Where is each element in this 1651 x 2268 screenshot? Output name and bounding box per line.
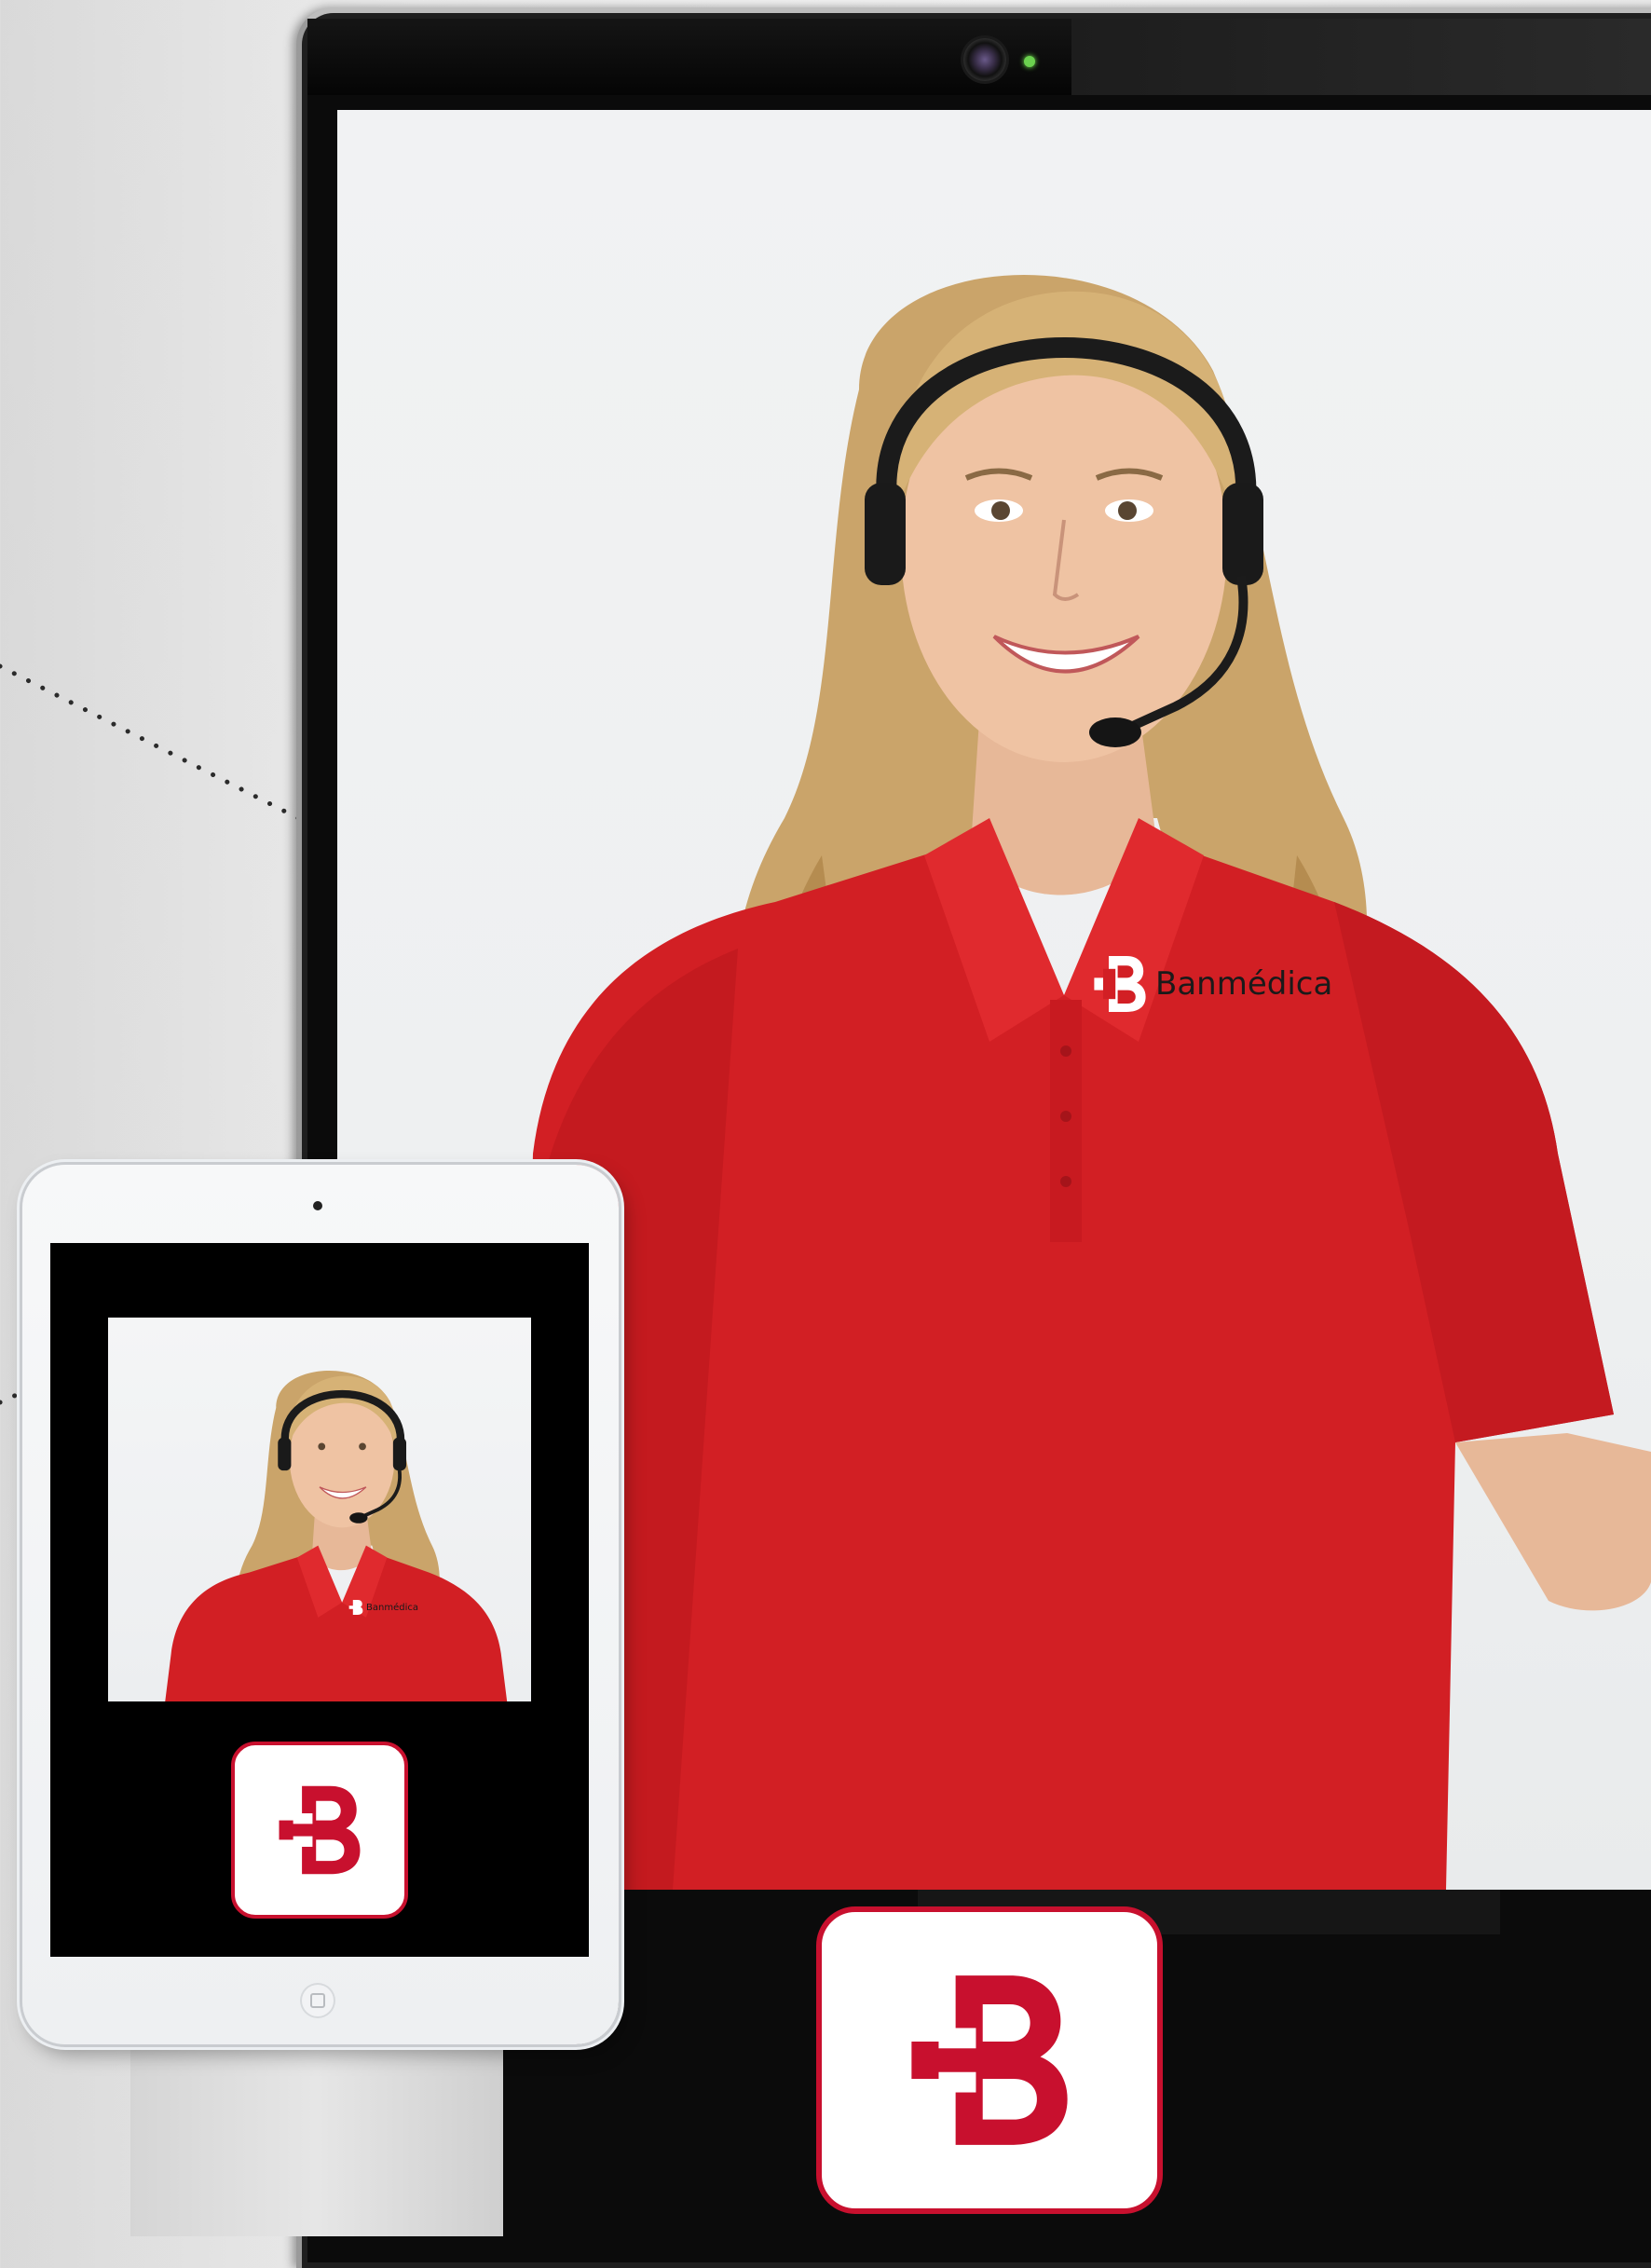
home-button-icon[interactable] — [300, 1983, 335, 2018]
banmedica-b-cross-icon — [911, 1975, 1068, 2145]
chest-logo: Banmédica — [1092, 953, 1332, 1015]
banmedica-b-cross-icon — [1094, 956, 1146, 1012]
tablet-agent-video-feed: Banmédica — [108, 1318, 531, 1701]
banmedica-b-cross-icon — [348, 1600, 363, 1615]
home-button-glyph — [310, 1993, 325, 2008]
tablet-stand — [130, 2013, 503, 2236]
chest-logo-small: Banmédica — [348, 1599, 418, 1616]
brand-name-chest: Banmédica — [1155, 965, 1333, 1003]
tablet-camera-icon — [313, 1201, 322, 1210]
banmedica-app-icon-large[interactable] — [816, 1906, 1163, 2214]
camera-status-led — [1024, 56, 1035, 67]
agent-illustration-small — [165, 1370, 508, 1701]
banmedica-b-cross-icon — [279, 1785, 361, 1875]
webcam-icon — [963, 38, 1006, 81]
brand-name-chest-small: Banmédica — [366, 1602, 418, 1613]
banmedica-app-icon-small[interactable] — [231, 1742, 408, 1919]
kiosk-top-bar-sheen — [1071, 19, 1651, 95]
